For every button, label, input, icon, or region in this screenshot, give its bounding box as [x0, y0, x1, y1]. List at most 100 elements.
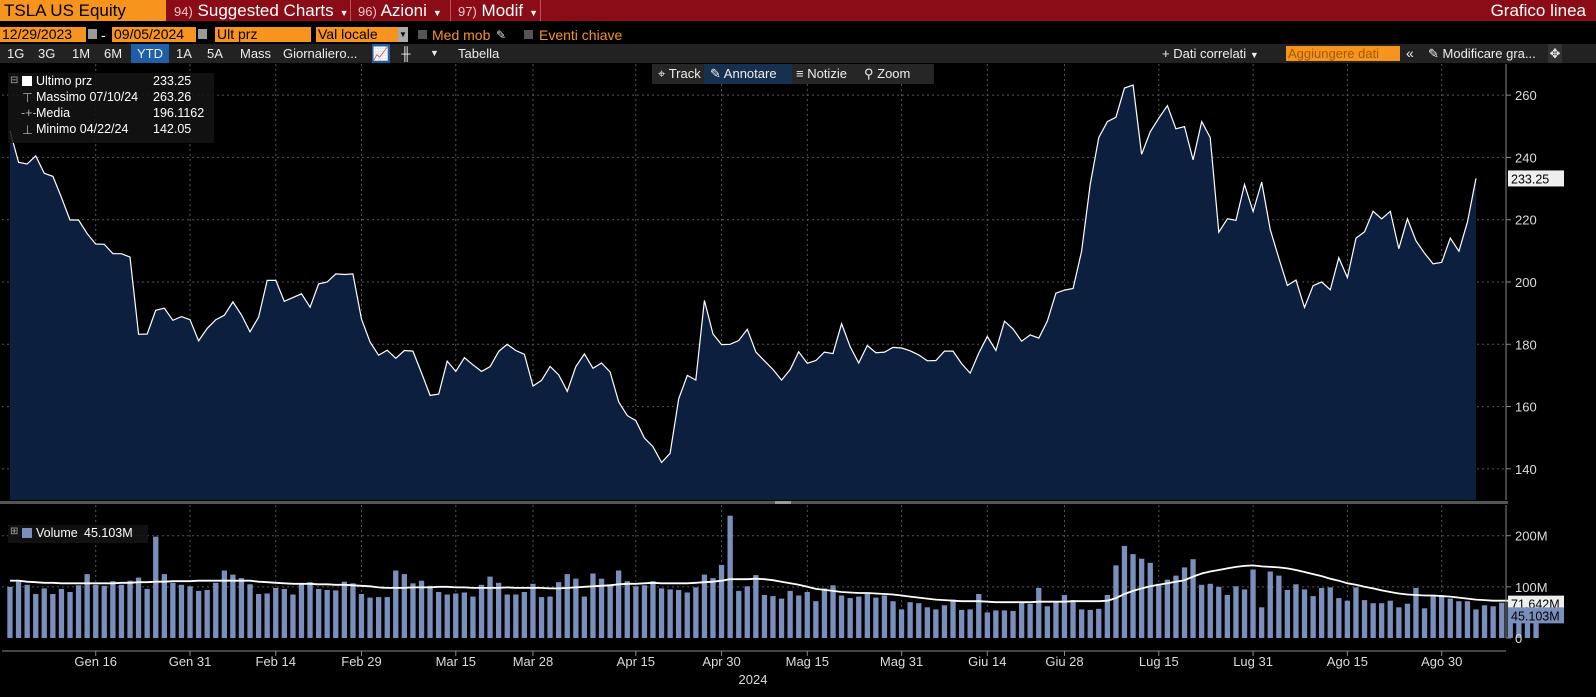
volume-bar: [838, 595, 845, 638]
volume-bar: [144, 588, 150, 638]
volume-bar: [1490, 606, 1496, 638]
volume-bar: [1259, 607, 1265, 638]
volume-bar: [350, 583, 356, 638]
price-axis-label: 180: [1515, 337, 1537, 352]
crosshair-icon: ⌖: [658, 66, 669, 81]
volume-bar: [1010, 610, 1016, 638]
volume-bar: [521, 592, 527, 638]
track-tool[interactable]: ⌖ Track: [652, 64, 710, 84]
time-axis-year: 2024: [739, 672, 768, 687]
volume-bar: [658, 588, 665, 638]
volume-bar: [1327, 587, 1333, 638]
zoom-tool[interactable]: ⚲ Zoom: [860, 64, 934, 84]
volume-bar: [127, 580, 133, 638]
volume-bar: [624, 581, 630, 638]
volume-bar: [1336, 598, 1342, 638]
volume-bar: [1456, 601, 1462, 638]
volume-bar: [1473, 609, 1479, 638]
volume-bar: [204, 589, 210, 638]
volume-bar: [247, 584, 253, 638]
price-axis-label: 220: [1515, 213, 1537, 228]
volume-bar: [1499, 602, 1505, 638]
volume-bar: [1079, 609, 1085, 638]
price-axis-label: 160: [1515, 400, 1537, 415]
volume-bar: [324, 589, 330, 638]
volume-bar: [1207, 583, 1213, 638]
volume-bar: [1421, 608, 1428, 638]
price-axis-label: 200: [1515, 275, 1537, 290]
volume-bar: [316, 588, 322, 638]
volume-bar: [1181, 567, 1188, 638]
volume-bar: [1387, 600, 1393, 638]
collapse-icon[interactable]: ⊞: [10, 526, 18, 537]
volume-bar: [1019, 602, 1025, 638]
track-label: Track: [668, 66, 701, 81]
volume-bar: [787, 590, 793, 638]
volume-bar: [118, 584, 125, 638]
price-area-fill: [10, 85, 1476, 500]
volume-bar: [1130, 554, 1136, 638]
annotate-tool[interactable]: ✎ Annotare: [704, 64, 792, 84]
volume-bar: [1121, 545, 1128, 638]
volume-bar: [1241, 589, 1248, 638]
zoom-label: Zoom: [877, 66, 911, 81]
volume-bar: [641, 585, 648, 638]
volume-bar: [881, 595, 888, 638]
volume-bar: [1164, 579, 1170, 638]
volume-bar: [307, 582, 313, 638]
volume-bar: [796, 595, 802, 638]
volume-value: 45.103M: [84, 526, 133, 540]
volume-bar: [650, 581, 656, 638]
volume-bar: [1464, 601, 1471, 638]
volume-bar: [616, 570, 622, 638]
volume-bar: [710, 578, 716, 638]
volume-bar: [821, 588, 828, 638]
volume-bar: [238, 578, 245, 638]
volume-bar: [864, 594, 870, 638]
news-tool[interactable]: ≡ Notizie: [792, 64, 860, 84]
volume-bar: [170, 582, 176, 638]
volume-bar: [598, 578, 605, 638]
average-value: 196.1162: [153, 106, 205, 120]
price-axis-label: 260: [1515, 88, 1537, 103]
volume-bar: [487, 576, 493, 638]
volume-bar: [358, 594, 365, 638]
value-tag-text: 45.103M: [1511, 609, 1560, 623]
volume-bar: [1053, 601, 1059, 638]
volume-bar: [1233, 586, 1239, 638]
volume-bar: [264, 593, 270, 638]
volume-bar: [1379, 603, 1385, 638]
volume-bar: [941, 605, 948, 638]
volume-bar: [761, 595, 768, 638]
news-label: Notizie: [807, 66, 847, 81]
volume-bar: [496, 582, 502, 638]
volume-bar: [436, 592, 442, 638]
volume-bar: [564, 574, 570, 638]
volume-bar: [418, 580, 425, 638]
volume-bar: [161, 574, 167, 638]
volume-bar: [135, 577, 142, 638]
volume-bar: [916, 603, 922, 638]
volume-bar: [959, 609, 965, 638]
time-axis-label: Ago 30: [1421, 654, 1462, 669]
volume-bar: [1044, 606, 1050, 638]
volume-bar: [401, 574, 407, 638]
volume-bar: [1439, 595, 1445, 638]
volume-bar: [187, 586, 193, 638]
volume-bar: [1190, 559, 1196, 638]
volume-bar: [744, 586, 750, 638]
last-price-tag: 233.25: [1508, 170, 1564, 187]
volume-bar: [453, 593, 459, 638]
volume-bar: [1430, 595, 1436, 638]
time-axis-label: Mag 31: [880, 654, 923, 669]
volume-bar: [213, 582, 219, 638]
volume-bar: [1173, 575, 1179, 638]
series-swatch: [22, 76, 32, 86]
volume-bar: [478, 584, 485, 638]
volume-bar: [7, 586, 13, 638]
collapse-icon[interactable]: ⊟: [10, 75, 18, 86]
chart-area[interactable]: 260240220200180160140200M100M0233.2571.6…: [0, 0, 1596, 697]
volume-bar: [1199, 584, 1205, 638]
price-area-series: [9, 84, 1477, 500]
volume-bar: [67, 592, 73, 638]
